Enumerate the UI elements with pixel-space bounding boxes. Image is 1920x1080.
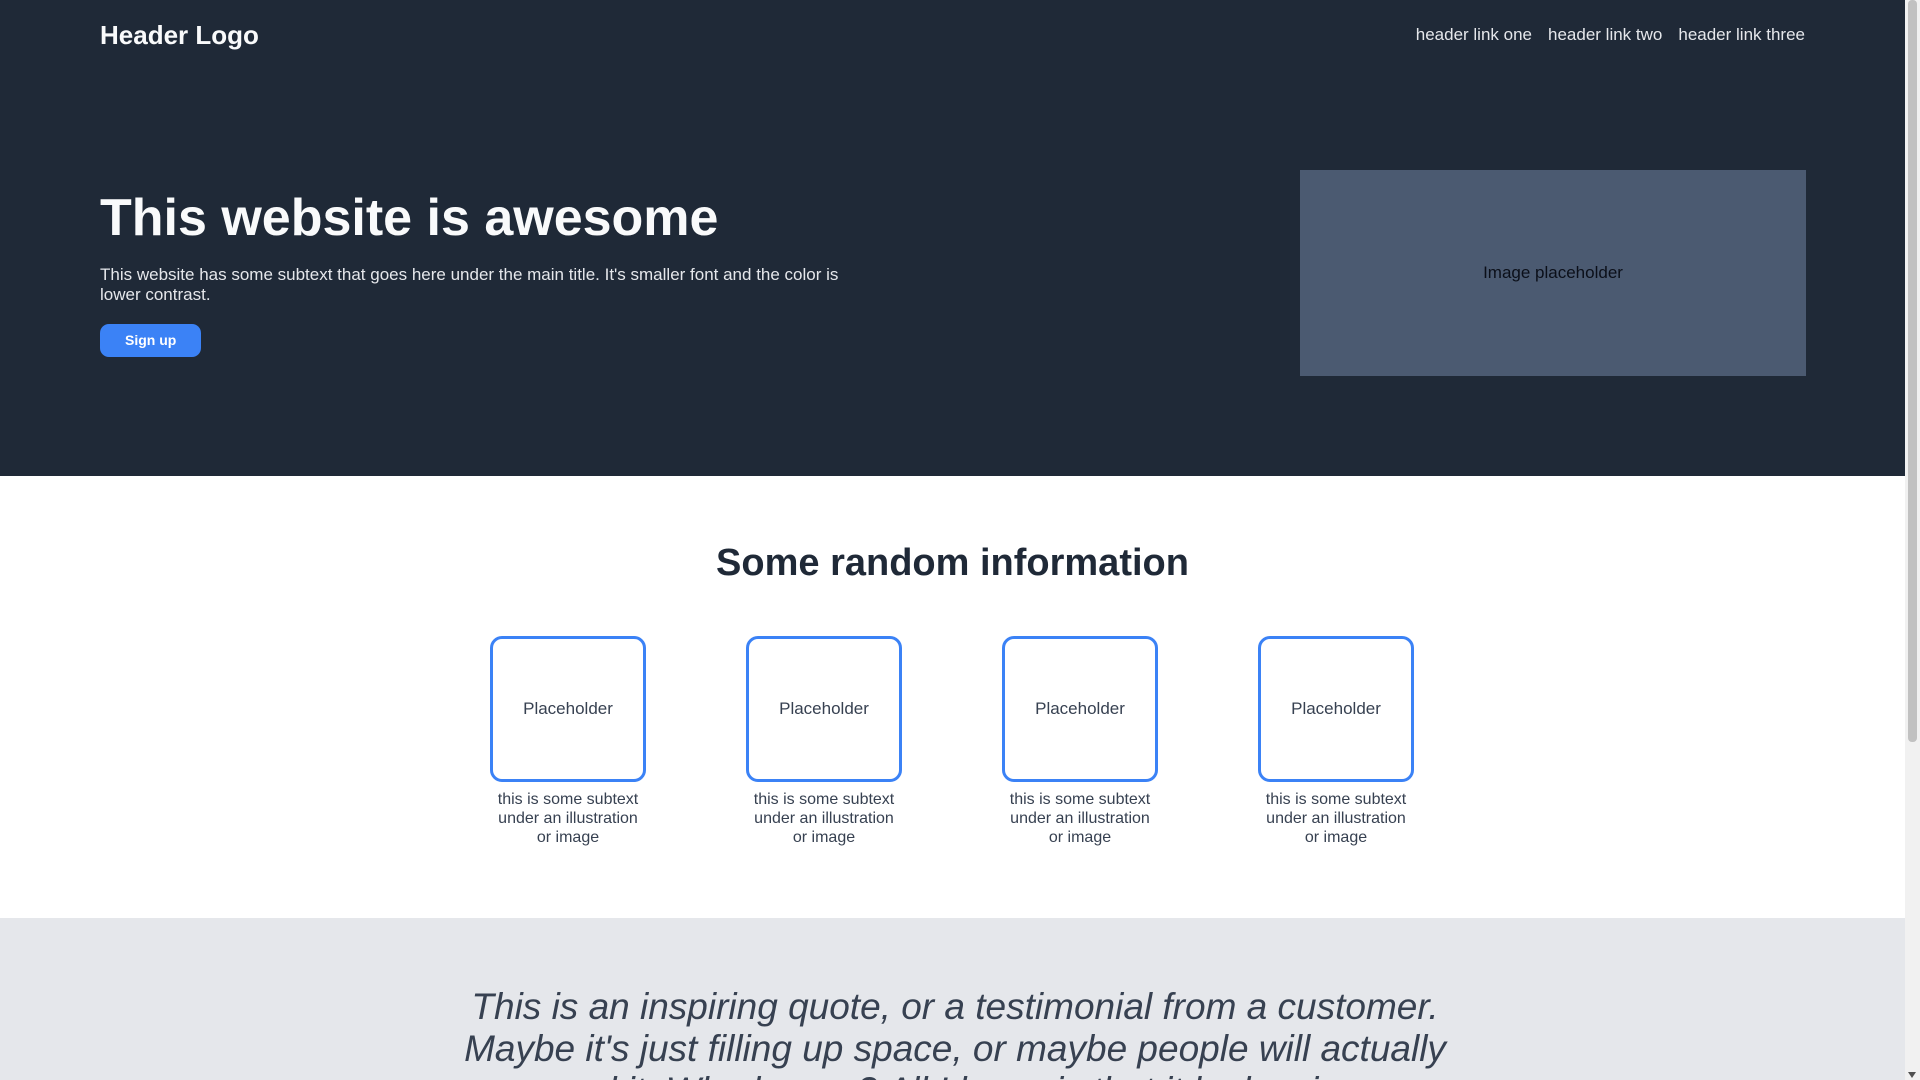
info-placeholder-label: Placeholder [779, 699, 869, 718]
info-item: Placeholder this is some subtext under a… [490, 636, 646, 848]
info-caption: this is some subtext under an illustrati… [1009, 791, 1151, 847]
info-placeholder-label: Placeholder [523, 699, 613, 718]
info-caption: this is some subtext under an illustrati… [497, 791, 639, 847]
page: Header Logo header link one header link … [0, 0, 1905, 1080]
header-nav: header link one header link two header l… [1416, 25, 1805, 45]
info-item: Placeholder this is some subtext under a… [746, 636, 902, 848]
hero-image-placeholder: Image placeholder [1300, 170, 1806, 376]
info-placeholder-label: Placeholder [1291, 699, 1381, 718]
testimonial-quote: This is an inspiring quote, or a testimo… [464, 986, 1446, 1080]
info-grid: Placeholder this is some subtext under a… [490, 636, 1414, 848]
header-link-three[interactable]: header link three [1678, 25, 1805, 45]
scroll-down-arrow-icon[interactable] [1908, 1072, 1916, 1078]
quote-section: This is an inspiring quote, or a testimo… [0, 918, 1905, 1080]
hero-text: This website is awesome This website has… [100, 189, 860, 358]
hero-subtext: This website has some subtext that goes … [100, 265, 839, 304]
hero-section: Header Logo header link one header link … [0, 0, 1905, 476]
info-placeholder-label: Placeholder [1035, 699, 1125, 718]
info-caption: this is some subtext under an illustrati… [1265, 791, 1407, 847]
hero-title: This website is awesome [100, 189, 719, 247]
info-section: Some random information Placeholder this… [0, 476, 1905, 918]
header-link-one[interactable]: header link one [1416, 25, 1532, 45]
info-item: Placeholder this is some subtext under a… [1002, 636, 1158, 848]
page-scrollbar[interactable] [1905, 0, 1920, 1080]
info-placeholder-box: Placeholder [1002, 636, 1158, 782]
scrollbar-thumb[interactable] [1908, 0, 1917, 742]
hero-image-label: Image placeholder [1483, 263, 1623, 282]
info-item: Placeholder this is some subtext under a… [1258, 636, 1414, 848]
site-header: Header Logo header link one header link … [100, 0, 1805, 70]
header-logo[interactable]: Header Logo [100, 20, 259, 51]
info-caption: this is some subtext under an illustrati… [753, 791, 895, 847]
info-title: Some random information [716, 542, 1189, 584]
header-link-two[interactable]: header link two [1548, 25, 1662, 45]
info-placeholder-box: Placeholder [746, 636, 902, 782]
info-placeholder-box: Placeholder [490, 636, 646, 782]
signup-button[interactable]: Sign up [100, 324, 202, 358]
info-placeholder-box: Placeholder [1258, 636, 1414, 782]
